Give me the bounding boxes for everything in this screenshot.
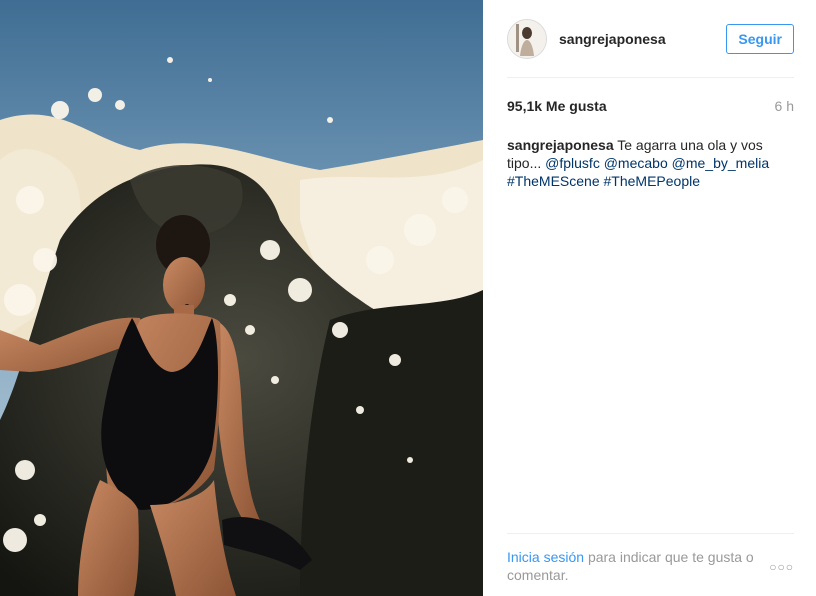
post-frame: sangrejaponesa Seguir 95,1k Me gusta 6 h… bbox=[0, 0, 816, 596]
post-time[interactable]: 6 h bbox=[775, 98, 794, 114]
mention-fplusfc[interactable]: @fplusfc bbox=[545, 155, 600, 171]
hashtag-themescene[interactable]: #TheMEScene bbox=[507, 173, 600, 189]
likes-count[interactable]: 95,1k Me gusta bbox=[507, 98, 607, 114]
mention-mecabo[interactable]: @mecabo bbox=[604, 155, 668, 171]
username-link[interactable]: sangrejaponesa bbox=[559, 31, 666, 47]
post-stats: 95,1k Me gusta 6 h bbox=[507, 98, 794, 114]
header-divider bbox=[507, 77, 794, 78]
footer-divider bbox=[507, 533, 794, 534]
mention-me-by-melia[interactable]: @me_by_melia bbox=[672, 155, 769, 171]
login-link[interactable]: Inicia sesión bbox=[507, 549, 584, 565]
profile-avatar[interactable] bbox=[507, 19, 547, 59]
post-footer: Inicia sesión para indicar que te gusta … bbox=[507, 548, 794, 584]
post-sidebar: sangrejaponesa Seguir 95,1k Me gusta 6 h… bbox=[483, 0, 816, 596]
post-header: sangrejaponesa Seguir bbox=[507, 18, 794, 60]
photo-image bbox=[0, 0, 483, 596]
caption-username[interactable]: sangrejaponesa bbox=[507, 137, 614, 153]
post-photo[interactable] bbox=[0, 0, 483, 596]
post-caption: sangrejaponesa Te agarra una ola y vos t… bbox=[507, 136, 794, 190]
more-options-icon[interactable]: ○○○ bbox=[769, 560, 794, 574]
hashtag-themepeople[interactable]: #TheMEPeople bbox=[604, 173, 701, 189]
avatar-image bbox=[508, 20, 546, 58]
follow-button[interactable]: Seguir bbox=[726, 24, 794, 54]
